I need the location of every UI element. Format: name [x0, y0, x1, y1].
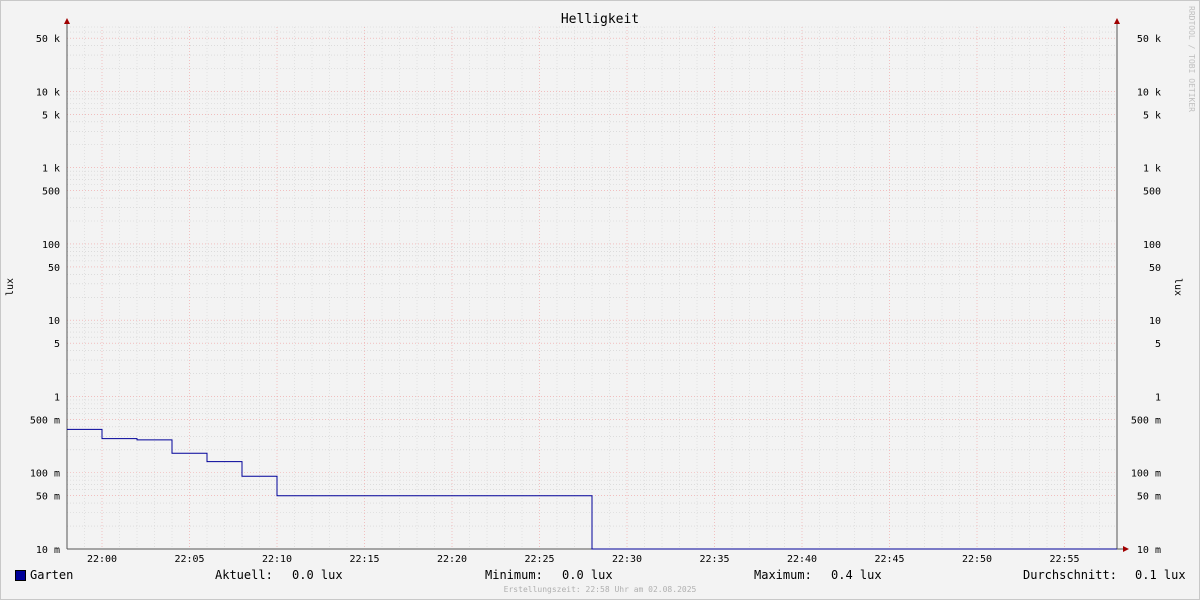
y-tick-label-left: 10 m [36, 545, 60, 556]
x-tick-label: 22:05 [174, 554, 204, 565]
y-tick-label-right: 100 [1143, 240, 1161, 251]
footer-creation-time: Erstellungszeit: 22:58 Uhr am 02.08.2025 [503, 585, 697, 594]
y-tick-label-left: 500 [42, 187, 60, 198]
grid [66, 26, 1118, 550]
legend-aktuell-label: Aktuell: [215, 568, 273, 582]
x-tick-label: 22:55 [1049, 554, 1079, 565]
legend-minimum-label: Minimum: [485, 568, 543, 582]
y-tick-label-right: 5 k [1143, 110, 1161, 121]
y-tick-label-right: 10 m [1137, 545, 1161, 556]
tick-labels: 50 k 50 k 10 k 10 k 5 k 5 k 1 k 1 k 500 500 100 100… [30, 34, 1161, 565]
y-axis-arrow-right [1114, 18, 1120, 24]
legend-series-name: Garten [30, 568, 74, 582]
y-axis-label-left: lux [5, 278, 16, 296]
y-tick-label-left: 1 [54, 392, 60, 403]
x-tick-label: 22:15 [349, 554, 379, 565]
x-tick-label: 22:20 [437, 554, 467, 565]
y-tick-label-left: 10 k [36, 87, 60, 98]
legend-minimum-value: 0.0 lux [562, 568, 613, 582]
legend-aktuell-value: 0.0 lux [292, 568, 343, 582]
x-tick-label: 22:25 [524, 554, 554, 565]
chart-svg: 50 k 50 k 10 k 10 k 5 k 5 k 1 k 1 k 500 500 100 100… [5, 12, 1183, 565]
y-tick-label-left: 50 [48, 263, 60, 274]
legend-maximum-label: Maximum: [754, 568, 812, 582]
y-tick-label-right: 5 [1155, 339, 1161, 350]
y-tick-label-right: 500 [1143, 187, 1161, 198]
y-tick-label-left: 100 m [30, 469, 60, 480]
y-tick-label-left: 50 k [36, 34, 60, 45]
legend-maximum-value: 0.4 lux [831, 568, 882, 582]
y-tick-label-right: 100 m [1131, 469, 1161, 480]
x-tick-label: 22:30 [612, 554, 642, 565]
y-axis-label-right: lux [1172, 278, 1183, 296]
y-tick-label-right: 1 k [1143, 164, 1161, 175]
y-tick-label-left: 5 [54, 339, 60, 350]
x-tick-label: 22:00 [87, 554, 117, 565]
y-tick-label-right: 500 m [1131, 415, 1161, 426]
y-tick-label-right: 10 k [1137, 87, 1161, 98]
y-tick-label-right: 50 m [1137, 492, 1161, 503]
y-tick-label-left: 100 [42, 240, 60, 251]
x-axis-arrow [1123, 546, 1129, 552]
y-axis-arrow-left [64, 18, 70, 24]
y-tick-label-right: 50 k [1137, 34, 1161, 45]
axes [64, 18, 1129, 552]
x-tick-label: 22:40 [787, 554, 817, 565]
y-tick-label-left: 10 [48, 316, 60, 327]
x-tick-label: 22:10 [262, 554, 292, 565]
x-tick-label: 22:35 [699, 554, 729, 565]
y-tick-label-right: 1 [1155, 392, 1161, 403]
legend-durchschnitt-value: 0.1 lux [1135, 568, 1186, 582]
watermark: RRDTOOL / TOBI OETIKER [1187, 6, 1196, 112]
x-tick-label: 22:45 [874, 554, 904, 565]
y-tick-label-left: 5 k [42, 110, 60, 121]
y-tick-label-right: 10 [1149, 316, 1161, 327]
chart-title: Helligkeit [561, 12, 639, 27]
x-tick-label: 22:50 [962, 554, 992, 565]
y-tick-label-right: 50 [1149, 263, 1161, 274]
y-tick-label-left: 50 m [36, 492, 60, 503]
legend-swatch-garten [15, 570, 26, 581]
y-tick-label-left: 500 m [30, 415, 60, 426]
legend-durchschnitt-label: Durchschnitt: [1023, 568, 1117, 582]
y-tick-label-left: 1 k [42, 164, 60, 175]
